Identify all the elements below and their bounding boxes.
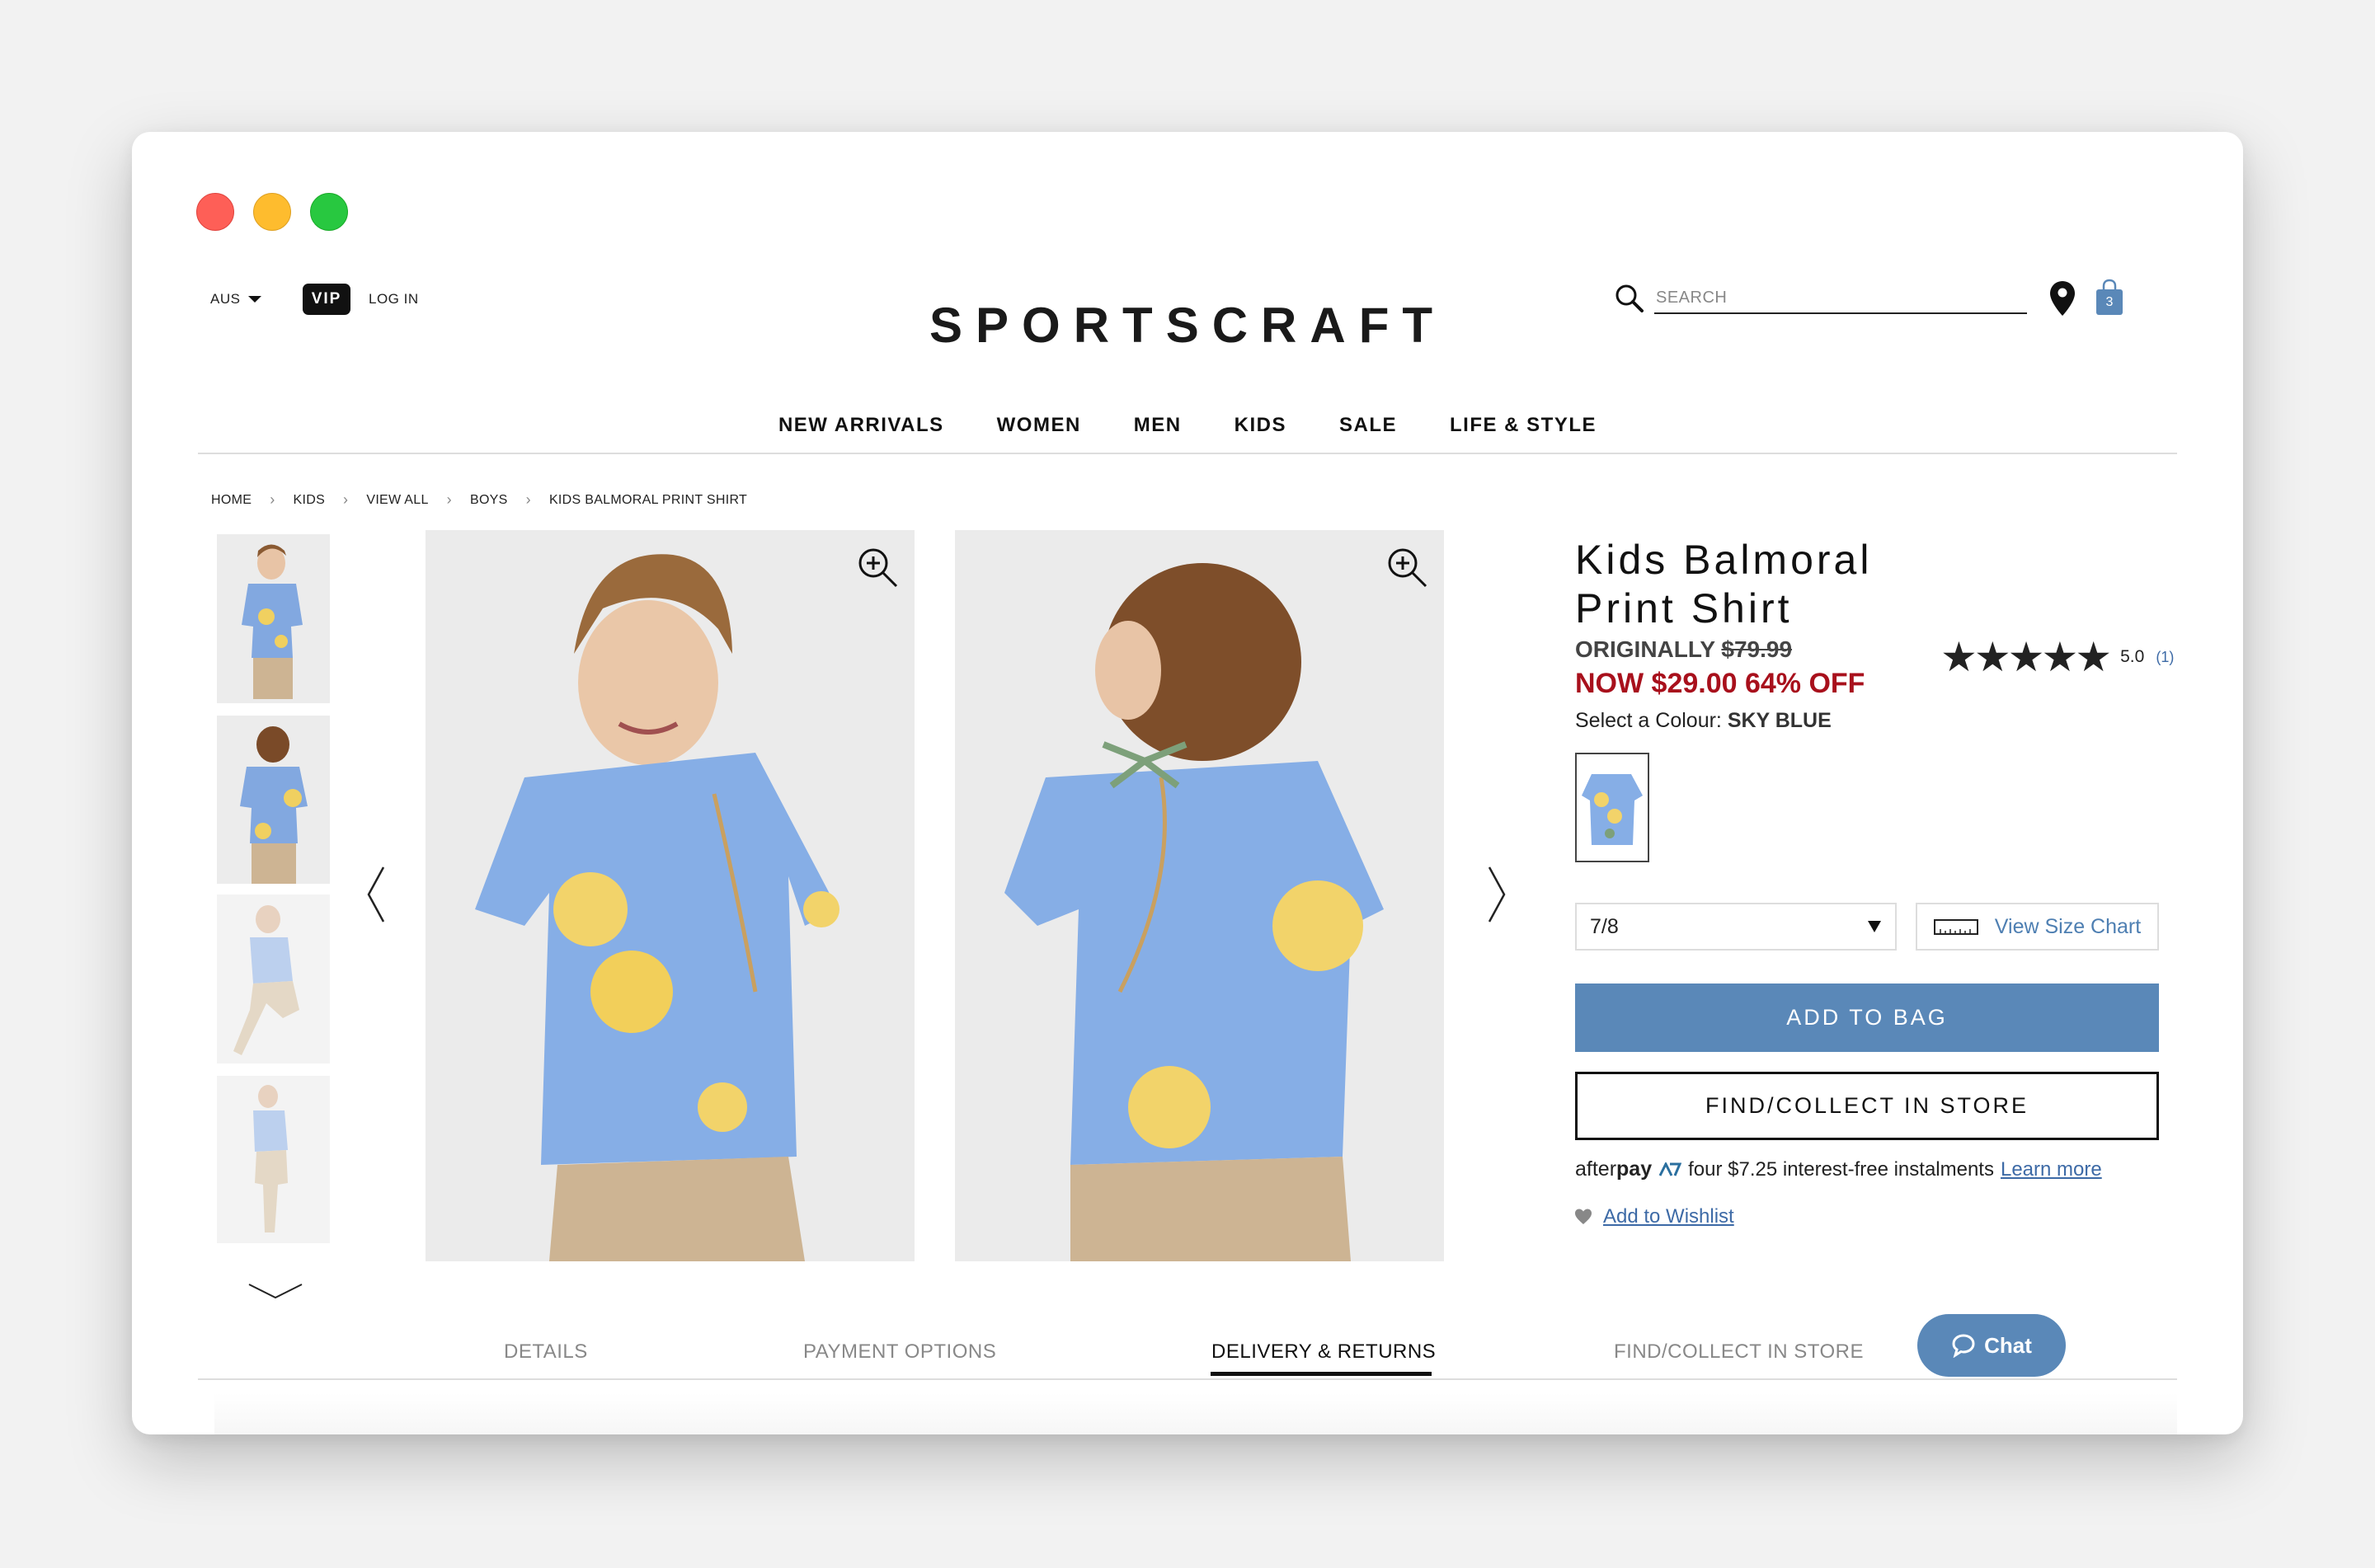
- nav-item-men[interactable]: MEN: [1134, 414, 1182, 437]
- caret-down-icon: [1868, 921, 1881, 932]
- sale-price: NOW $29.00 64% OFF: [1575, 668, 1865, 699]
- rating-value: 5.0: [2120, 647, 2145, 666]
- zoom-in-icon[interactable]: [1386, 547, 1429, 589]
- breadcrumb: HOME › KIDS › VIEW ALL › BOYS › KIDS BAL…: [211, 491, 747, 509]
- browser-window: AUS VIP LOG IN SPORTSCRAFT SEARCH 3 NEW …: [132, 132, 2243, 1434]
- product-title: Kids Balmoral Print Shirt: [1575, 536, 1872, 633]
- thumbnail-1[interactable]: [217, 534, 330, 703]
- nav-item-women[interactable]: WOMEN: [997, 414, 1081, 437]
- product-photo-front: [426, 530, 915, 1261]
- afterpay-logo-light: after: [1575, 1157, 1617, 1181]
- product-photo-back: [955, 530, 1444, 1261]
- breadcrumb-view-all[interactable]: VIEW ALL: [366, 493, 428, 508]
- product-image-back[interactable]: [955, 530, 1444, 1261]
- main-nav: NEW ARRIVALS WOMEN MEN KIDS SALE LIFE & …: [132, 414, 2243, 437]
- nav-item-sale[interactable]: SALE: [1339, 414, 1397, 437]
- afterpay-learn-more-link[interactable]: Learn more: [2001, 1158, 2102, 1181]
- window-close-button[interactable]: [196, 193, 234, 231]
- afterpay-text: four $7.25 interest-free instalments: [1688, 1157, 1994, 1181]
- ruler-icon: [1933, 919, 1978, 935]
- chevron-down-icon[interactable]: [248, 1283, 303, 1299]
- nav-item-kids[interactable]: KIDS: [1235, 414, 1286, 437]
- product-image-front[interactable]: [426, 530, 915, 1261]
- tab-details[interactable]: DETAILS: [504, 1340, 588, 1364]
- originally-label: ORIGINALLY: [1575, 636, 1715, 662]
- shopping-bag-button[interactable]: 3: [2095, 279, 2124, 317]
- active-tab-indicator: [1211, 1372, 1432, 1376]
- afterpay-logo: afterpay: [1575, 1157, 1652, 1181]
- original-price: ORIGINALLY $79.99: [1575, 636, 1792, 663]
- add-to-bag-button[interactable]: ADD TO BAG: [1575, 984, 2159, 1052]
- afterpay-logo-bold: pay: [1616, 1157, 1653, 1181]
- tabs-divider: [198, 1378, 2177, 1380]
- window-minimize-button[interactable]: [253, 193, 291, 231]
- previous-image-arrow-icon[interactable]: [365, 866, 390, 923]
- chat-bubble-icon: [1952, 1334, 1975, 1358]
- colour-value: SKY BLUE: [1727, 709, 1832, 732]
- product-thumbnail-image: [217, 716, 330, 884]
- search-icon[interactable]: [1614, 283, 1645, 314]
- search-underline: [1654, 312, 2027, 314]
- next-image-arrow-icon[interactable]: [1483, 866, 1507, 923]
- afterpay-info: afterpay four $7.25 interest-free instal…: [1575, 1157, 2102, 1181]
- product-thumbnail-image: [217, 894, 330, 1063]
- add-to-wishlist[interactable]: Add to Wishlist: [1575, 1205, 1734, 1228]
- breadcrumb-home[interactable]: HOME: [211, 493, 252, 508]
- product-title-line-1: Kids Balmoral: [1575, 537, 1873, 583]
- nav-divider: [198, 453, 2177, 454]
- bag-count: 3: [2105, 295, 2114, 309]
- breadcrumb-kids[interactable]: KIDS: [294, 493, 326, 508]
- original-price-value: $79.99: [1721, 636, 1793, 662]
- heart-icon: [1575, 1209, 1592, 1224]
- colour-label: Select a Colour:: [1575, 709, 1722, 732]
- colour-selector-label: Select a Colour: SKY BLUE: [1575, 709, 1832, 733]
- colour-swatch-sky-blue[interactable]: [1575, 753, 1649, 862]
- chevron-right-icon: ›: [343, 491, 349, 508]
- zoom-in-icon[interactable]: [857, 547, 900, 589]
- size-selected-value: 7/8: [1590, 914, 1619, 938]
- chevron-right-icon: ›: [446, 491, 452, 508]
- afterpay-arrows-icon: [1658, 1162, 1682, 1176]
- swatch-shirt-image: [1582, 774, 1643, 845]
- thumbnail-2[interactable]: [217, 716, 330, 884]
- window-maximize-button[interactable]: [310, 193, 348, 231]
- add-to-wishlist-link[interactable]: Add to Wishlist: [1603, 1205, 1734, 1228]
- chat-label: Chat: [1984, 1332, 2032, 1358]
- breadcrumb-boys[interactable]: BOYS: [470, 493, 508, 508]
- tab-find-collect-in-store[interactable]: FIND/COLLECT IN STORE: [1614, 1340, 1864, 1364]
- chevron-right-icon: ›: [270, 491, 275, 508]
- size-chart-label: View Size Chart: [1994, 914, 2142, 938]
- view-size-chart-button[interactable]: View Size Chart: [1916, 903, 2159, 951]
- rating[interactable]: ★★★★★ 5.0 (1): [1940, 636, 2174, 678]
- location-pin-icon[interactable]: [2049, 280, 2076, 317]
- chevron-right-icon: ›: [525, 491, 531, 508]
- search-input[interactable]: SEARCH: [1656, 289, 1727, 307]
- nav-item-new-arrivals[interactable]: NEW ARRIVALS: [778, 414, 944, 437]
- find-collect-in-store-button[interactable]: FIND/COLLECT IN STORE: [1575, 1072, 2159, 1140]
- site-logo[interactable]: SPORTSCRAFT: [132, 297, 2243, 354]
- tab-content-area: [214, 1393, 2177, 1434]
- size-select[interactable]: 7/8: [1575, 903, 1897, 951]
- breadcrumb-current: KIDS BALMORAL PRINT SHIRT: [548, 492, 748, 507]
- product-thumbnail-image: [217, 534, 330, 703]
- star-rating-icons: ★★★★★: [1940, 634, 2112, 680]
- tab-delivery-returns[interactable]: DELIVERY & RETURNS: [1211, 1340, 1436, 1364]
- review-count-link[interactable]: (1): [2156, 649, 2174, 666]
- chat-button[interactable]: Chat: [1917, 1314, 2066, 1377]
- nav-item-life-style[interactable]: LIFE & STYLE: [1450, 414, 1597, 437]
- product-title-line-2: Print Shirt: [1575, 585, 1793, 631]
- thumbnail-4[interactable]: [217, 1076, 330, 1243]
- thumbnail-3[interactable]: [217, 894, 330, 1063]
- tab-payment-options[interactable]: PAYMENT OPTIONS: [803, 1340, 996, 1364]
- product-thumbnail-image: [217, 1076, 330, 1243]
